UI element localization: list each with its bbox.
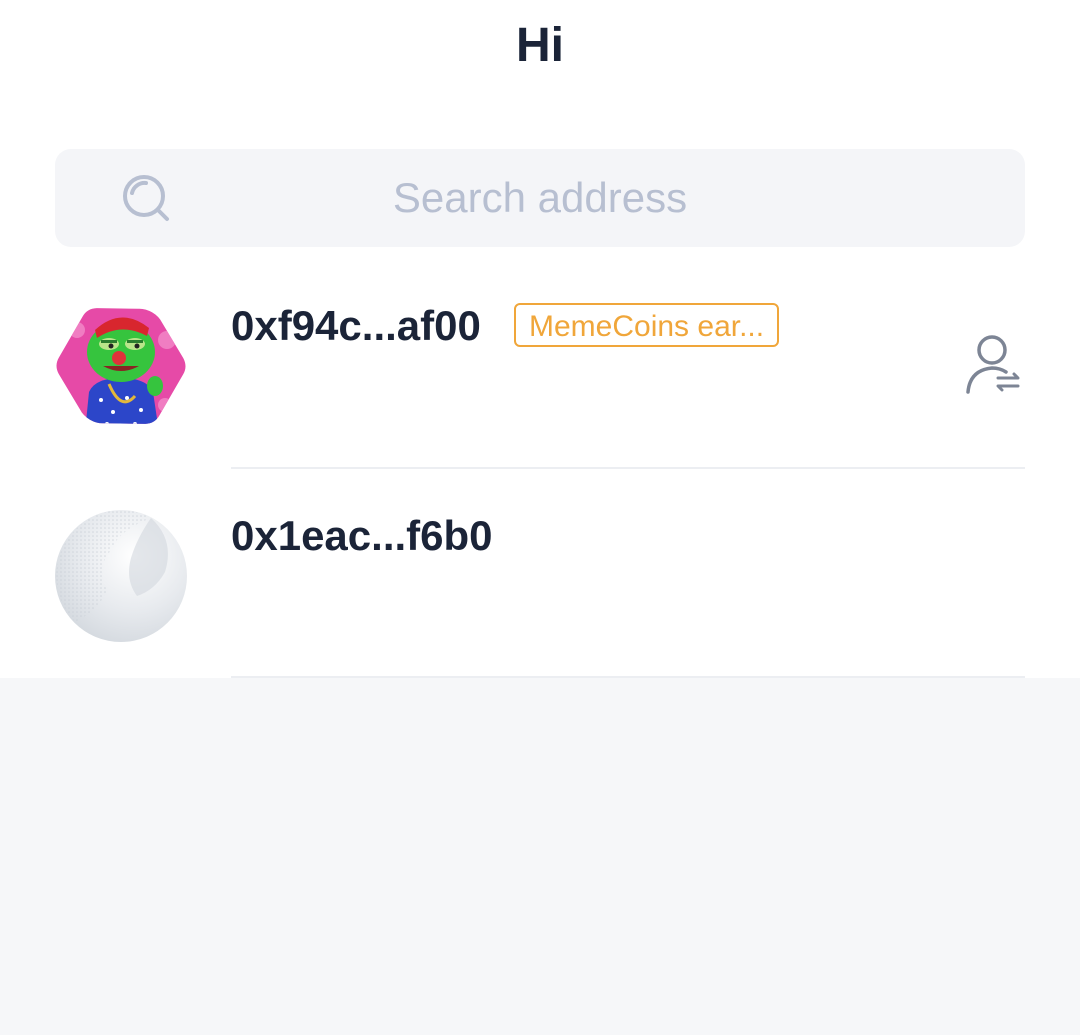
default-avatar [55,510,187,642]
row-divider [231,467,1025,469]
account-tag-badge: MemeCoins ear... [514,303,780,347]
account-row[interactable]: 0xf94c...af00 MemeCoins ear... [0,280,1080,468]
page-title: Hi [516,19,564,72]
nft-avatar [55,300,187,432]
switch-account-button[interactable] [960,330,1026,398]
search-placeholder: Search address [392,174,688,221]
row-divider [231,676,1025,678]
account-list-sheet: Hi Search address 0xf94c...af00 MemeCoin… [0,0,1080,678]
account-address: 0x1eac...f6b0 [231,512,493,559]
switch-account-icon [960,335,1026,402]
account-address: 0xf94c...af00 [231,302,481,349]
search-input[interactable]: Search address [55,149,1025,247]
account-row[interactable]: 0x1eac...f6b0 [0,490,1080,678]
